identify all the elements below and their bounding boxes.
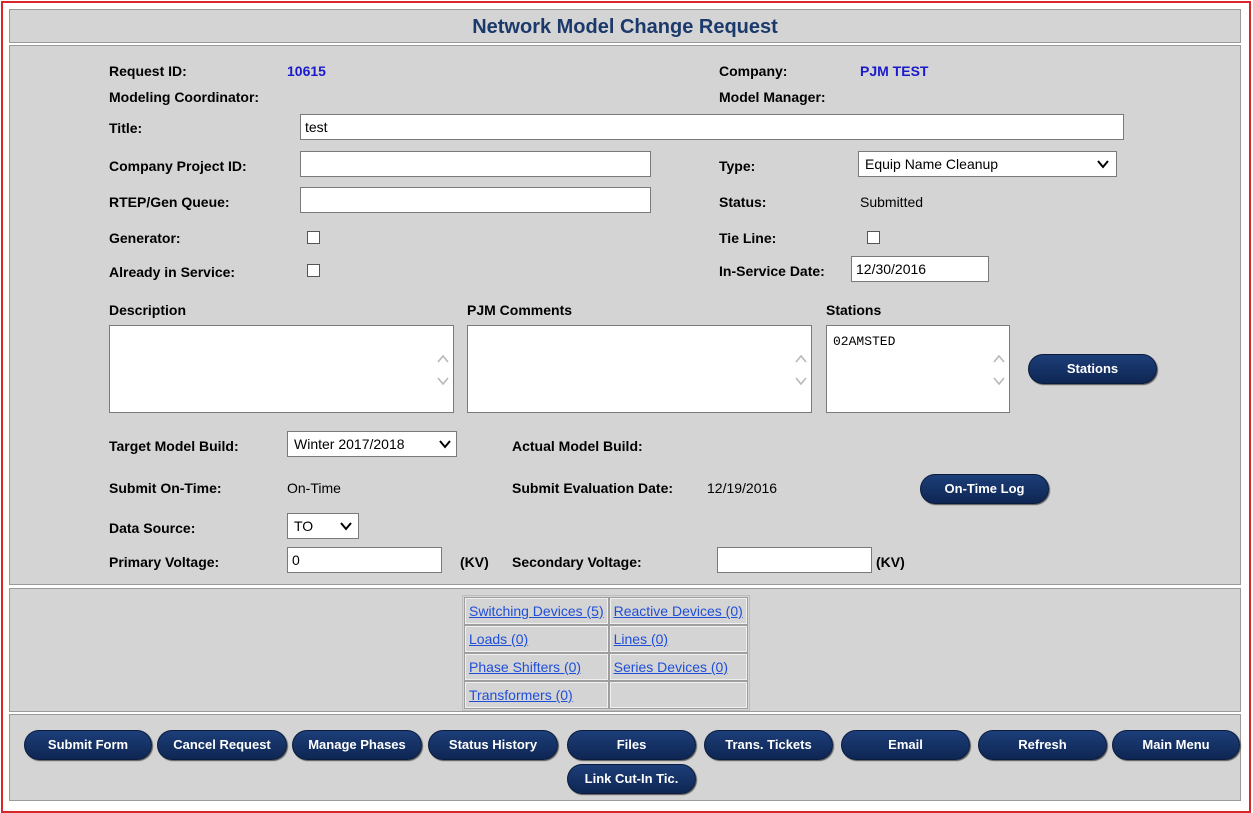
title-bar: Network Model Change Request: [9, 9, 1241, 43]
submit-eval-date-label: Submit Evaluation Date:: [512, 480, 674, 496]
data-source-label: Data Source:: [109, 520, 196, 536]
action-buttons-panel: Submit Form Cancel Request Manage Phases…: [9, 714, 1241, 801]
pjm-comments-label: PJM Comments: [467, 302, 573, 318]
title-label: Title:: [109, 120, 143, 136]
device-links-panel: Switching Devices (5) Reactive Devices (…: [9, 588, 1241, 712]
main-menu-button[interactable]: Main Menu: [1112, 730, 1240, 760]
title-input[interactable]: test: [300, 114, 1124, 140]
stations-textarea[interactable]: 02AMSTED: [826, 325, 1010, 413]
data-source-value: TO: [294, 518, 314, 534]
description-label: Description: [109, 302, 187, 318]
target-model-build-select[interactable]: Winter 2017/2018: [287, 431, 457, 457]
request-id-value: 10615: [287, 63, 326, 79]
generator-label: Generator:: [109, 230, 181, 246]
modeling-coordinator-label: Modeling Coordinator:: [109, 89, 260, 105]
series-devices-link[interactable]: Series Devices (0): [614, 659, 728, 675]
target-model-build-value: Winter 2017/2018: [294, 436, 405, 452]
company-label: Company:: [719, 63, 788, 79]
trans-tickets-button[interactable]: Trans. Tickets: [704, 730, 833, 760]
generator-checkbox[interactable]: [307, 231, 320, 244]
in-service-date-input[interactable]: 12/30/2016: [851, 256, 989, 282]
link-cut-in-button[interactable]: Link Cut-In Tic.: [567, 764, 696, 794]
kv-unit-label: (KV): [460, 554, 489, 570]
loads-link[interactable]: Loads (0): [469, 631, 528, 647]
kv-unit-label: (KV): [876, 554, 905, 570]
chevron-down-icon: [439, 440, 451, 449]
target-model-build-label: Target Model Build:: [109, 438, 239, 454]
request-form-panel: Request ID: 10615 Company: PJM TEST Mode…: [9, 45, 1241, 585]
scroll-arrows-icon[interactable]: [991, 346, 1007, 394]
stations-button[interactable]: Stations: [1028, 354, 1157, 384]
chevron-down-icon: [340, 522, 352, 531]
cancel-request-button[interactable]: Cancel Request: [157, 730, 287, 760]
submit-eval-date-value: 12/19/2016: [707, 480, 778, 496]
stations-content: 02AMSTED: [833, 334, 896, 349]
model-manager-label: Model Manager:: [719, 89, 826, 105]
stations-label: Stations: [826, 302, 882, 318]
company-project-id-label: Company Project ID:: [109, 158, 247, 174]
company-value: PJM TEST: [860, 63, 929, 79]
lines-link[interactable]: Lines (0): [614, 631, 668, 647]
data-source-select[interactable]: TO: [287, 513, 359, 539]
tie-line-checkbox[interactable]: [867, 231, 880, 244]
actual-model-build-label: Actual Model Build:: [512, 438, 643, 454]
secondary-voltage-input[interactable]: [717, 547, 872, 573]
status-value: Submitted: [860, 194, 924, 210]
primary-voltage-label: Primary Voltage:: [109, 554, 220, 570]
table-row: Loads (0) Lines (0): [464, 625, 748, 653]
primary-voltage-input[interactable]: 0: [287, 547, 442, 573]
phase-shifters-link[interactable]: Phase Shifters (0): [469, 659, 581, 675]
secondary-voltage-label: Secondary Voltage:: [512, 554, 642, 570]
chevron-down-icon: [1097, 160, 1109, 169]
type-select-value: Equip Name Cleanup: [865, 156, 999, 172]
manage-phases-button[interactable]: Manage Phases: [292, 730, 422, 760]
files-button[interactable]: Files: [567, 730, 696, 760]
scroll-arrows-icon[interactable]: [435, 346, 451, 394]
company-project-id-input[interactable]: [300, 151, 651, 177]
on-time-log-button[interactable]: On-Time Log: [920, 474, 1049, 504]
reactive-devices-link[interactable]: Reactive Devices (0): [614, 603, 743, 619]
empty-cell: [608, 681, 748, 709]
table-row: Transformers (0): [464, 681, 748, 709]
rtep-label: RTEP/Gen Queue:: [109, 194, 230, 210]
device-links-table: Switching Devices (5) Reactive Devices (…: [462, 595, 750, 711]
rtep-input[interactable]: [300, 187, 651, 213]
description-textarea[interactable]: [109, 325, 454, 413]
table-row: Switching Devices (5) Reactive Devices (…: [464, 597, 748, 625]
pjm-comments-textarea[interactable]: [467, 325, 812, 413]
transformers-link[interactable]: Transformers (0): [469, 687, 573, 703]
email-button[interactable]: Email: [841, 730, 970, 760]
page-title: Network Model Change Request: [472, 16, 778, 38]
already-in-service-label: Already in Service:: [109, 264, 236, 280]
submit-form-button[interactable]: Submit Form: [24, 730, 152, 760]
request-id-label: Request ID:: [109, 63, 187, 79]
status-history-button[interactable]: Status History: [428, 730, 558, 760]
submit-on-time-label: Submit On-Time:: [109, 480, 222, 496]
already-in-service-checkbox[interactable]: [307, 264, 320, 277]
refresh-button[interactable]: Refresh: [978, 730, 1107, 760]
status-label: Status:: [719, 194, 767, 210]
scroll-arrows-icon[interactable]: [793, 346, 809, 394]
in-service-date-label: In-Service Date:: [719, 263, 825, 279]
tie-line-label: Tie Line:: [719, 230, 777, 246]
submit-on-time-value: On-Time: [287, 480, 341, 496]
type-label: Type:: [719, 158, 756, 174]
type-select[interactable]: Equip Name Cleanup: [858, 151, 1117, 177]
switching-devices-link[interactable]: Switching Devices (5): [469, 603, 604, 619]
table-row: Phase Shifters (0) Series Devices (0): [464, 653, 748, 681]
